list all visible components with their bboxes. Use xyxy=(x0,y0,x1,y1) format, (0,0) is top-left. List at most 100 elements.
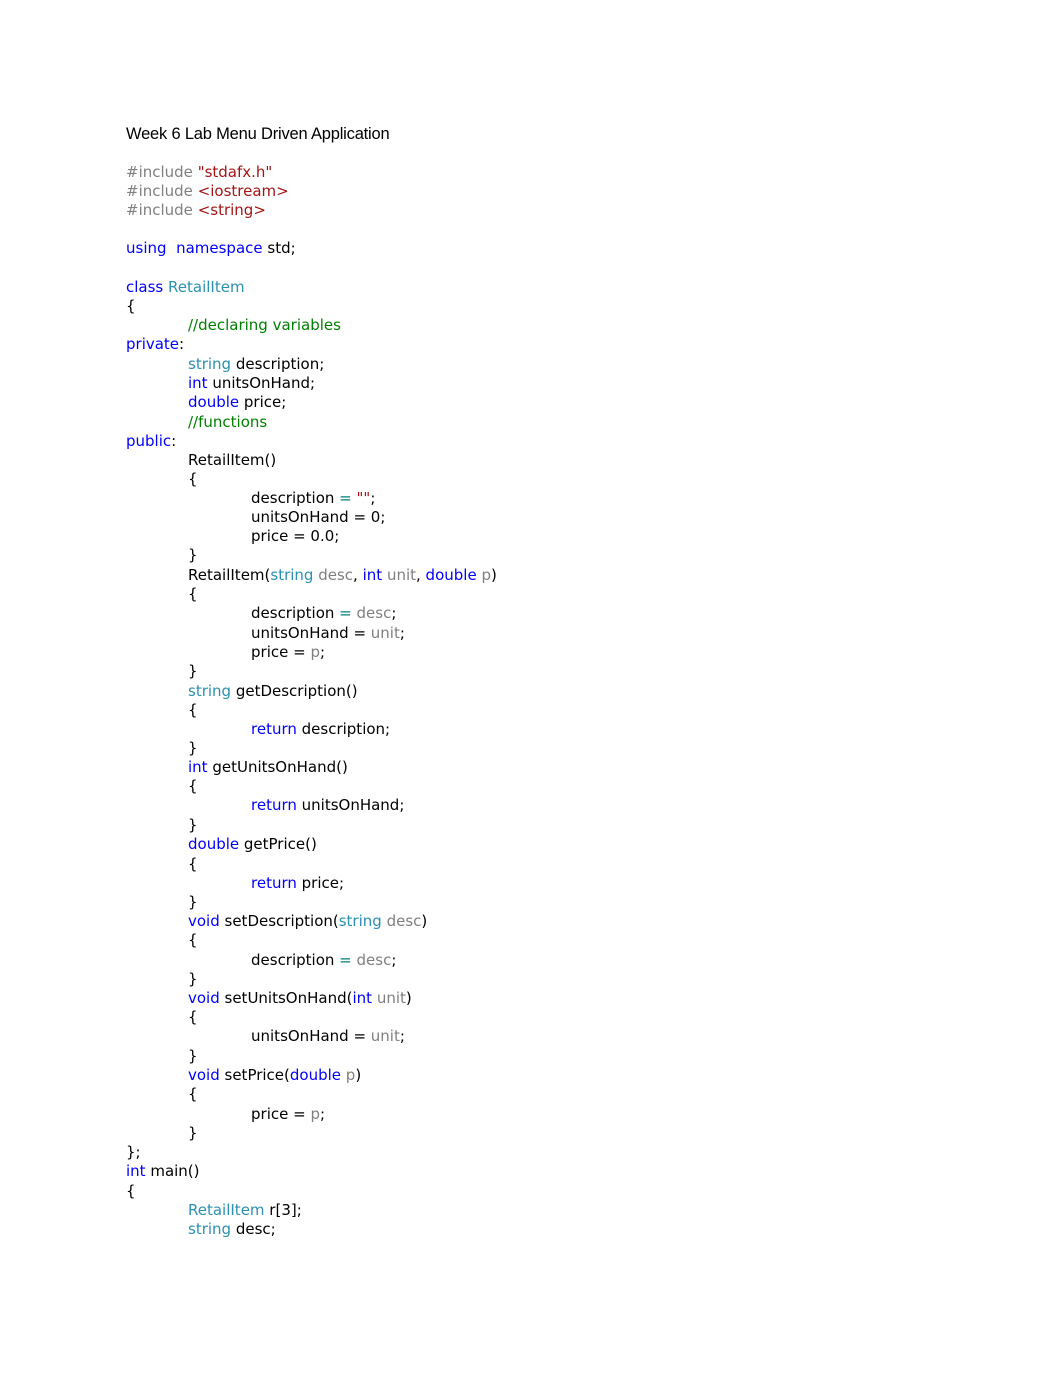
code-token: int xyxy=(352,989,373,1007)
code-token: desc xyxy=(356,604,392,622)
code-token: getPrice() xyxy=(239,835,317,853)
code-token: RetailItem xyxy=(188,1201,265,1219)
code-token: } xyxy=(188,893,198,911)
code-token: ; xyxy=(370,489,376,507)
code-line: int main() xyxy=(126,1162,200,1181)
code-line: return unitsOnHand; xyxy=(251,796,404,815)
code-token: desc xyxy=(386,912,422,930)
code-token: int xyxy=(362,566,383,584)
code-token: } xyxy=(188,1124,198,1142)
code-line: price = 0.0; xyxy=(251,527,339,546)
code-token: string xyxy=(338,912,382,930)
code-token: RetailItem xyxy=(168,278,245,296)
code-line: } xyxy=(188,662,198,681)
code-token: #include xyxy=(126,163,198,181)
code-token: ; xyxy=(399,624,405,642)
code-token: price; xyxy=(239,393,287,411)
code-token: } xyxy=(188,739,198,757)
code-token: getDescription() xyxy=(231,682,358,700)
code-line: double price; xyxy=(188,393,286,412)
code-token: p xyxy=(481,566,491,584)
code-token: return xyxy=(251,874,297,892)
code-line: //functions xyxy=(188,413,267,432)
code-token: description xyxy=(251,489,340,507)
code-token: void xyxy=(188,989,220,1007)
code-line: } xyxy=(188,546,198,565)
code-token: } xyxy=(188,662,198,680)
code-token: double xyxy=(188,393,240,411)
code-line: } xyxy=(188,970,198,989)
code-line: { xyxy=(188,855,198,874)
code-token: <string> xyxy=(197,201,266,219)
code-token: price = xyxy=(251,1105,311,1123)
code-token: int xyxy=(126,1162,146,1180)
code-token: } xyxy=(188,816,198,834)
code-line: } xyxy=(188,1124,198,1143)
code-token: price = xyxy=(251,643,311,661)
code-token: desc xyxy=(318,566,354,584)
code-line: { xyxy=(188,931,198,950)
code-line: description = desc; xyxy=(251,604,396,623)
code-line: price = p; xyxy=(251,1105,325,1124)
code-token: RetailItem( xyxy=(188,566,271,584)
code-token: class xyxy=(126,278,164,296)
code-token: //declaring variables xyxy=(188,316,341,334)
code-line: void setDescription(string desc) xyxy=(188,912,427,931)
code-token: ) xyxy=(490,566,497,584)
code-token: description; xyxy=(231,355,325,373)
code-token: ) xyxy=(421,912,428,930)
code-line: string desc; xyxy=(188,1220,276,1239)
code-line: description = ""; xyxy=(251,489,375,508)
code-line: unitsOnHand = unit; xyxy=(251,624,405,643)
code-token: private xyxy=(126,335,180,353)
code-line: int unitsOnHand; xyxy=(188,374,315,393)
code-token: price = 0.0; xyxy=(251,527,340,545)
code-token: string xyxy=(188,1220,232,1238)
code-line: RetailItem r[3]; xyxy=(188,1201,302,1220)
code-token: = xyxy=(339,951,352,969)
code-token: { xyxy=(188,855,198,873)
code-token: { xyxy=(188,470,198,488)
code-token: namespace xyxy=(176,239,263,257)
code-token: <iostream> xyxy=(197,182,289,200)
code-line: string getDescription() xyxy=(188,682,358,701)
code-line: unitsOnHand = unit; xyxy=(251,1027,405,1046)
code-token: double xyxy=(425,566,477,584)
code-token: unit xyxy=(386,566,416,584)
code-token: p xyxy=(310,1105,320,1123)
document-title: Week 6 Lab Menu Driven Application xyxy=(126,125,390,143)
code-token: { xyxy=(188,701,198,719)
code-token: ; xyxy=(319,643,326,661)
code-line: private: xyxy=(126,335,184,354)
code-token: unitsOnHand = xyxy=(251,624,371,642)
code-token: setUnitsOnHand( xyxy=(219,989,353,1007)
code-token: ) xyxy=(405,989,412,1007)
code-token: RetailItem() xyxy=(188,451,277,469)
code-line: RetailItem(string desc, int unit, double… xyxy=(188,566,497,585)
code-token: p xyxy=(345,1066,356,1084)
code-token: description xyxy=(251,604,340,622)
code-token: unit xyxy=(370,624,400,642)
code-line: } xyxy=(188,816,198,835)
code-token: getUnitsOnHand() xyxy=(207,758,348,776)
code-token: #include xyxy=(126,201,198,219)
code-token: = xyxy=(339,489,352,507)
code-line: void setUnitsOnHand(int unit) xyxy=(188,989,412,1008)
code-token: void xyxy=(188,912,220,930)
code-line: unitsOnHand = 0; xyxy=(251,508,385,527)
code-line: { xyxy=(188,1008,198,1027)
code-line: #include <iostream> xyxy=(126,182,289,201)
code-token: }; xyxy=(126,1143,141,1161)
code-line: } xyxy=(188,1047,198,1066)
code-line: void setPrice(double p) xyxy=(188,1066,361,1085)
code-token: ; xyxy=(391,604,397,622)
code-token: } xyxy=(188,970,198,988)
code-line: { xyxy=(188,1085,198,1104)
code-line: { xyxy=(188,701,198,720)
code-token: ; xyxy=(319,1105,326,1123)
code-token: { xyxy=(188,1008,198,1026)
code-line: string description; xyxy=(188,355,324,374)
code-token: return xyxy=(251,796,297,814)
code-line: { xyxy=(188,777,198,796)
